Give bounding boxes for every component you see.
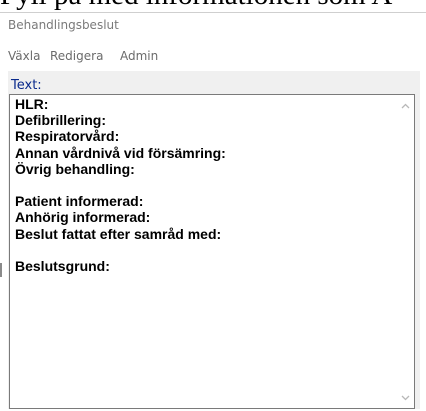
chevron-down-icon [401, 395, 410, 400]
text-line: HLR: [15, 96, 49, 112]
text-line [15, 177, 226, 193]
text-line: Annan vårdnivå vid försämring: [15, 144, 226, 161]
text-line: Respiratorvård: [15, 128, 120, 145]
text-line: Defibrillering: [15, 112, 107, 129]
text-field-label: Text: [11, 78, 42, 93]
menu-bar: Växla Redigera Admin [0, 45, 426, 67]
chevron-up-icon [401, 103, 410, 108]
resize-grip [0, 263, 2, 277]
text-line: Patient informerad: [15, 193, 144, 210]
decision-window: Behandlingsbeslut Växla Redigera Admin T… [0, 12, 426, 411]
text-line: Övrig behandling: [15, 160, 135, 177]
scroll-down-button[interactable] [397, 389, 414, 406]
title-bar[interactable]: Behandlingsbeslut [0, 13, 426, 41]
menu-redigera[interactable]: Redigera [50, 49, 103, 63]
text-area[interactable]: HLR: Defibrillering: Respiratorvård: Ann… [9, 94, 415, 409]
text-area-content[interactable]: HLR: Defibrillering: Respiratorvård: Ann… [15, 96, 226, 274]
menu-vaxla[interactable]: Växla [8, 49, 40, 63]
text-line: Anhörig informerad: [15, 209, 151, 226]
scroll-up-button[interactable] [397, 97, 414, 114]
text-line: Beslut fattat efter samråd med: [15, 225, 222, 242]
document-banner-text: Fyll på med informationen som A [0, 0, 426, 12]
text-line [15, 242, 226, 258]
text-panel: Text: HLR: Defibrillering: Respiratorvår… [8, 71, 420, 409]
text-line: Beslutsgrund: [15, 257, 110, 274]
vertical-scrollbar[interactable] [397, 95, 414, 408]
menu-admin[interactable]: Admin [120, 49, 158, 63]
window-title: Behandlingsbeslut [8, 18, 119, 32]
